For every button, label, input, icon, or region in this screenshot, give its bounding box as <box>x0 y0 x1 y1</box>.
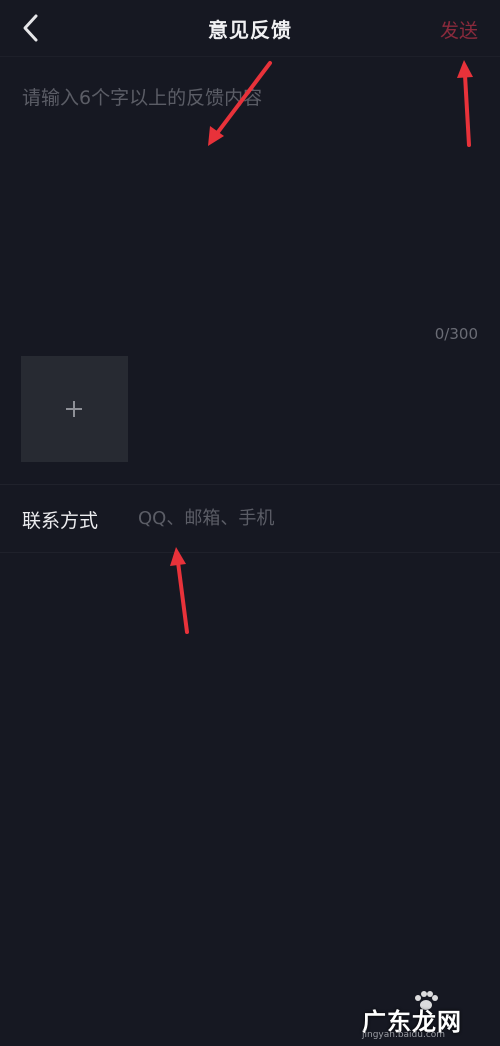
feedback-area <box>22 82 478 322</box>
plus-icon <box>66 401 82 417</box>
char-counter: 0/300 <box>434 325 478 343</box>
feedback-input[interactable] <box>22 82 478 322</box>
contact-row: 联系方式 <box>0 485 500 553</box>
watermark-url: jingyan.baidu.com <box>362 1030 446 1040</box>
annotation-arrow-contact <box>170 547 189 634</box>
contact-input[interactable] <box>138 503 468 533</box>
add-image-button[interactable] <box>21 356 128 462</box>
top-bar: 意见反馈 发送 <box>0 0 500 57</box>
contact-label: 联系方式 <box>22 510 99 532</box>
page-title: 意见反馈 <box>208 18 292 42</box>
watermark: 广东龙网 jingyan.baidu.com <box>360 990 490 1040</box>
send-button[interactable]: 发送 <box>440 16 478 43</box>
